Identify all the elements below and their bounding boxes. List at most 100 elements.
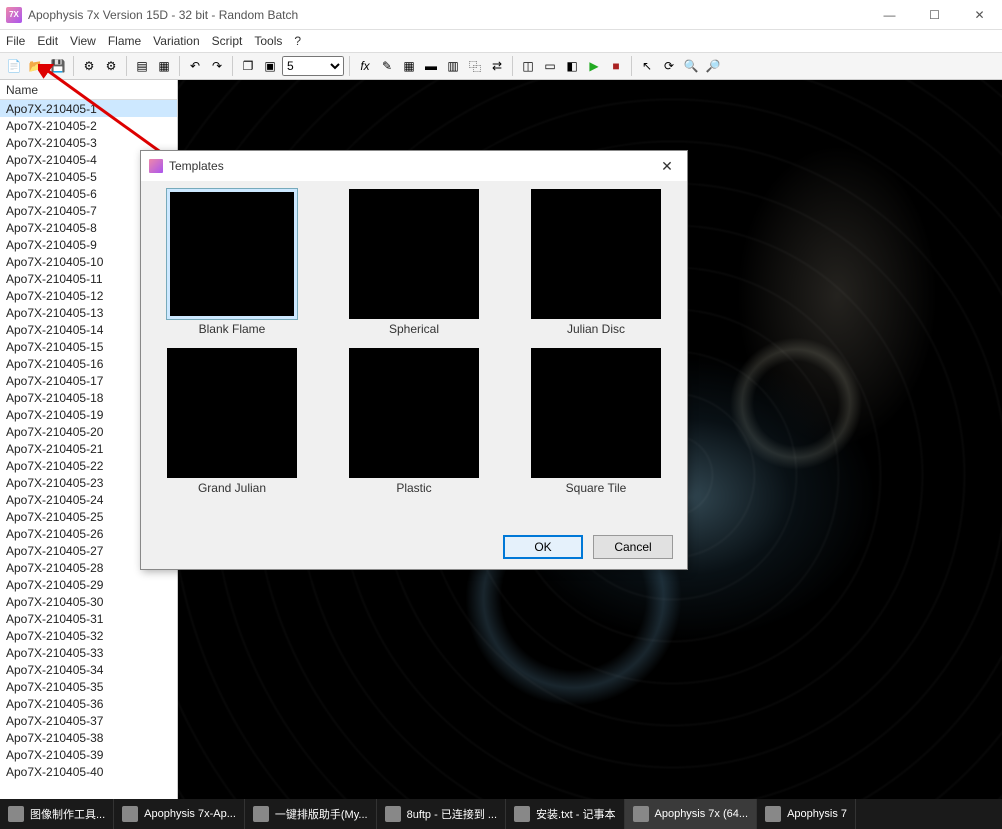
- rotate-icon[interactable]: ⟳: [659, 56, 679, 76]
- template-item[interactable]: Grand Julian: [155, 348, 309, 495]
- list2-icon[interactable]: ▦: [154, 56, 174, 76]
- gear2-icon[interactable]: ⚙: [101, 56, 121, 76]
- taskbar-item[interactable]: 一键排版助手(My...: [245, 799, 377, 829]
- menu-variation[interactable]: Variation: [153, 34, 199, 48]
- dialog-close-button[interactable]: ✕: [647, 151, 687, 181]
- template-thumbnail: [531, 348, 661, 478]
- menu-help[interactable]: ?: [294, 34, 301, 48]
- taskbar-label: Apophysis 7: [787, 808, 847, 820]
- taskbar-label: 8uftp - 已连接到 ...: [407, 806, 497, 822]
- minimize-button[interactable]: —: [867, 0, 912, 30]
- swap-icon[interactable]: ⇄: [487, 56, 507, 76]
- template-thumbnail: [531, 189, 661, 319]
- pointer-icon[interactable]: ↖: [637, 56, 657, 76]
- redo-icon[interactable]: ↷: [207, 56, 227, 76]
- list-item[interactable]: Apo7X-210405-38: [0, 729, 177, 746]
- taskbar-item[interactable]: 8uftp - 已连接到 ...: [377, 799, 506, 829]
- close-button[interactable]: ✕: [957, 0, 1002, 30]
- list-item[interactable]: Apo7X-210405-30: [0, 593, 177, 610]
- menu-script[interactable]: Script: [212, 34, 243, 48]
- gradient-icon[interactable]: ▥: [443, 56, 463, 76]
- taskbar-app-icon: [633, 806, 649, 822]
- undo-icon[interactable]: ↶: [185, 56, 205, 76]
- taskbar-app-icon: [514, 806, 530, 822]
- taskbar-label: 图像制作工具...: [30, 806, 105, 822]
- templates-dialog: Templates ✕ Blank Flame Spherical Julian D…: [140, 150, 688, 570]
- taskbar-item[interactable]: Apophysis 7: [757, 799, 856, 829]
- zoom-select[interactable]: 5: [282, 56, 344, 76]
- edit-icon[interactable]: ✎: [377, 56, 397, 76]
- zoomin-icon[interactable]: 🔍: [681, 56, 701, 76]
- taskbar-app-icon: [253, 806, 269, 822]
- window-titlebar: 7X Apophysis 7x Version 15D - 32 bit - R…: [0, 0, 1002, 30]
- list-item[interactable]: Apo7X-210405-3: [0, 134, 177, 151]
- taskbar-label: Apophysis 7x-Ap...: [144, 808, 236, 820]
- template-item[interactable]: Julian Disc: [519, 189, 673, 336]
- dialog-titlebar[interactable]: Templates ✕: [141, 151, 687, 181]
- menu-bar: File Edit View Flame Variation Script To…: [0, 30, 1002, 52]
- new-icon[interactable]: 📄: [4, 56, 24, 76]
- play-icon[interactable]: ▶: [584, 56, 604, 76]
- taskbar-item[interactable]: 图像制作工具...: [0, 799, 114, 829]
- list-item[interactable]: Apo7X-210405-31: [0, 610, 177, 627]
- taskbar-app-icon: [385, 806, 401, 822]
- template-thumbnail: [349, 189, 479, 319]
- menu-flame[interactable]: Flame: [108, 34, 141, 48]
- list-header[interactable]: Name: [0, 80, 177, 100]
- template-item[interactable]: Blank Flame: [155, 189, 309, 336]
- list-item[interactable]: Apo7X-210405-36: [0, 695, 177, 712]
- grid-icon[interactable]: ▦: [399, 56, 419, 76]
- dialog-icon: [149, 159, 163, 173]
- open-icon[interactable]: 📂: [26, 56, 46, 76]
- render3-icon[interactable]: ◧: [562, 56, 582, 76]
- list-item[interactable]: Apo7X-210405-34: [0, 661, 177, 678]
- ok-button[interactable]: OK: [503, 535, 583, 559]
- list-item[interactable]: Apo7X-210405-2: [0, 117, 177, 134]
- window1-icon[interactable]: ❐: [238, 56, 258, 76]
- list-item[interactable]: Apo7X-210405-37: [0, 712, 177, 729]
- cancel-button[interactable]: Cancel: [593, 535, 673, 559]
- taskbar-item[interactable]: 安装.txt - 记事本: [506, 799, 624, 829]
- template-thumbnail: [349, 348, 479, 478]
- list1-icon[interactable]: ▤: [132, 56, 152, 76]
- zoomout-icon[interactable]: 🔎: [703, 56, 723, 76]
- template-thumbnail: [167, 189, 297, 319]
- list-item[interactable]: Apo7X-210405-35: [0, 678, 177, 695]
- dialog-title: Templates: [169, 159, 224, 173]
- fx-icon[interactable]: fx: [355, 56, 375, 76]
- copy-icon[interactable]: ⿻: [465, 56, 485, 76]
- template-item[interactable]: Plastic: [337, 348, 491, 495]
- window2-icon[interactable]: ▣: [260, 56, 280, 76]
- taskbar-item[interactable]: Apophysis 7x-Ap...: [114, 799, 245, 829]
- template-label: Spherical: [389, 322, 439, 336]
- list-item[interactable]: Apo7X-210405-1: [0, 100, 177, 117]
- menu-edit[interactable]: Edit: [37, 34, 58, 48]
- taskbar-app-icon: [8, 806, 24, 822]
- gear1-icon[interactable]: ⚙: [79, 56, 99, 76]
- render2-icon[interactable]: ▭: [540, 56, 560, 76]
- template-item[interactable]: Square Tile: [519, 348, 673, 495]
- maximize-button[interactable]: ☐: [912, 0, 957, 30]
- app-icon: 7X: [6, 7, 22, 23]
- stop-icon[interactable]: ■: [606, 56, 626, 76]
- list-item[interactable]: Apo7X-210405-33: [0, 644, 177, 661]
- save-icon[interactable]: 💾: [48, 56, 68, 76]
- list-item[interactable]: Apo7X-210405-29: [0, 576, 177, 593]
- taskbar-app-icon: [122, 806, 138, 822]
- list-item[interactable]: Apo7X-210405-39: [0, 746, 177, 763]
- taskbar: 图像制作工具... Apophysis 7x-Ap... 一键排版助手(My... 8…: [0, 799, 1002, 829]
- template-item[interactable]: Spherical: [337, 189, 491, 336]
- menu-view[interactable]: View: [70, 34, 96, 48]
- window-title: Apophysis 7x Version 15D - 32 bit - Rand…: [28, 8, 867, 22]
- palette-icon[interactable]: ▬: [421, 56, 441, 76]
- menu-file[interactable]: File: [6, 34, 25, 48]
- template-thumbnail: [167, 348, 297, 478]
- toolbar: 📄 📂 💾 ⚙ ⚙ ▤ ▦ ↶ ↷ ❐ ▣ 5 fx ✎ ▦ ▬ ▥ ⿻ ⇄ ◫…: [0, 52, 1002, 80]
- render1-icon[interactable]: ◫: [518, 56, 538, 76]
- list-item[interactable]: Apo7X-210405-32: [0, 627, 177, 644]
- menu-tools[interactable]: Tools: [254, 34, 282, 48]
- taskbar-item[interactable]: Apophysis 7x (64...: [625, 799, 758, 829]
- taskbar-label: Apophysis 7x (64...: [655, 808, 749, 820]
- list-item[interactable]: Apo7X-210405-40: [0, 763, 177, 780]
- template-label: Plastic: [396, 481, 431, 495]
